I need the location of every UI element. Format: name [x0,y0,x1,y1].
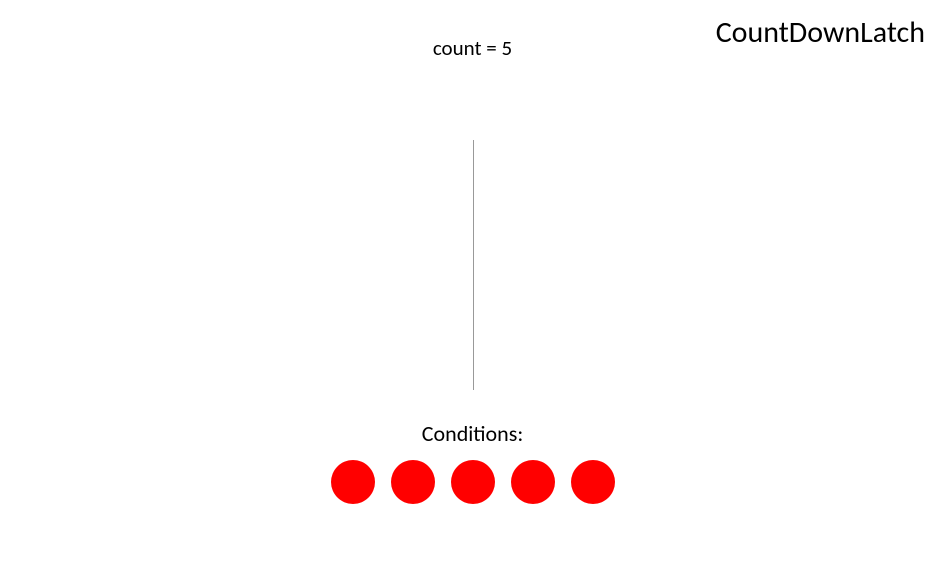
condition-dot [571,460,615,504]
condition-dot [451,460,495,504]
count-label: count = 5 [433,35,512,61]
condition-dot [331,460,375,504]
conditions-label: Conditions: [422,420,523,447]
vertical-divider [473,140,474,390]
condition-dot [511,460,555,504]
conditions-dots-row [331,460,615,504]
page-title: CountDownLatch [716,14,925,51]
condition-dot [391,460,435,504]
